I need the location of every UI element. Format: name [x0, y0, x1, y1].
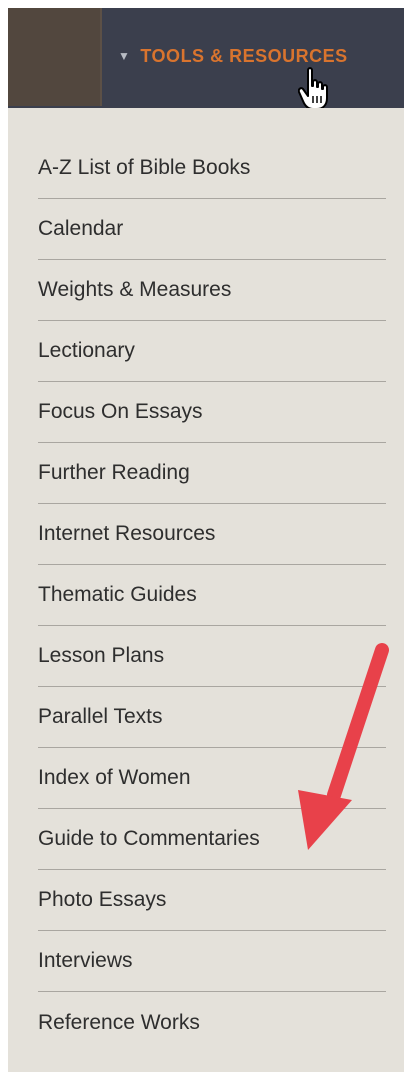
tools-resources-dropdown: A-Z List of Bible Books Calendar Weights…	[8, 108, 404, 1072]
menu-item-label: Weights & Measures	[38, 278, 232, 301]
menu-item-label: Calendar	[38, 217, 124, 240]
menu-item-internet-resources[interactable]: Internet Resources	[38, 504, 386, 565]
menu-item-label: Lesson Plans	[38, 644, 165, 667]
menu-item-interviews[interactable]: Interviews	[38, 931, 386, 992]
menu-item-label: Reference Works	[38, 1010, 200, 1034]
menu-item-lesson-plans[interactable]: Lesson Plans	[38, 626, 386, 687]
menu-item-label: Thematic Guides	[38, 583, 197, 606]
menu-item-photo-essays[interactable]: Photo Essays	[38, 870, 386, 931]
menu-item-label: Parallel Texts	[38, 705, 163, 728]
menu-item-focus-on-essays[interactable]: Focus On Essays	[38, 382, 386, 443]
menu-item-thematic-guides[interactable]: Thematic Guides	[38, 565, 386, 626]
menu-item-calendar[interactable]: Calendar	[38, 199, 386, 260]
menu-item-label: A-Z List of Bible Books	[38, 156, 251, 179]
menu-item-label: Lectionary	[38, 339, 135, 362]
menu-item-label: Focus On Essays	[38, 400, 203, 423]
hand-pointer-icon	[298, 67, 328, 110]
menu-item-index-of-women[interactable]: Index of Women	[38, 748, 386, 809]
header-image-thumbnail	[8, 8, 102, 106]
triangle-down-icon: ▼	[118, 48, 131, 63]
screenshot-frame: ▼ TOOLS & RESOURCES A-Z List of Bible Bo…	[0, 0, 409, 1080]
menu-item-weights-measures[interactable]: Weights & Measures	[38, 260, 386, 321]
tools-resources-menu-button[interactable]: ▼ TOOLS & RESOURCES	[118, 46, 348, 67]
menu-item-parallel-texts[interactable]: Parallel Texts	[38, 687, 386, 748]
menu-item-a-z-list-of-bible-books[interactable]: A-Z List of Bible Books	[38, 138, 386, 199]
menu-item-label: Index of Women	[38, 766, 191, 789]
dropdown-menu-list: A-Z List of Bible Books Calendar Weights…	[38, 138, 386, 1053]
menu-item-lectionary[interactable]: Lectionary	[38, 321, 386, 382]
menu-item-label: Guide to Commentaries	[38, 827, 260, 850]
menu-item-label: Interviews	[38, 949, 133, 972]
menu-item-label: Internet Resources	[38, 522, 216, 545]
menu-item-reference-works[interactable]: Reference Works	[38, 992, 386, 1053]
menu-item-further-reading[interactable]: Further Reading	[38, 443, 386, 504]
menu-item-guide-to-commentaries[interactable]: Guide to Commentaries	[38, 809, 386, 870]
top-navigation-bar: ▼ TOOLS & RESOURCES	[8, 8, 404, 110]
menu-item-label: Further Reading	[38, 461, 190, 484]
menu-item-label: Photo Essays	[38, 888, 167, 911]
menu-trigger-label: TOOLS & RESOURCES	[140, 46, 348, 66]
